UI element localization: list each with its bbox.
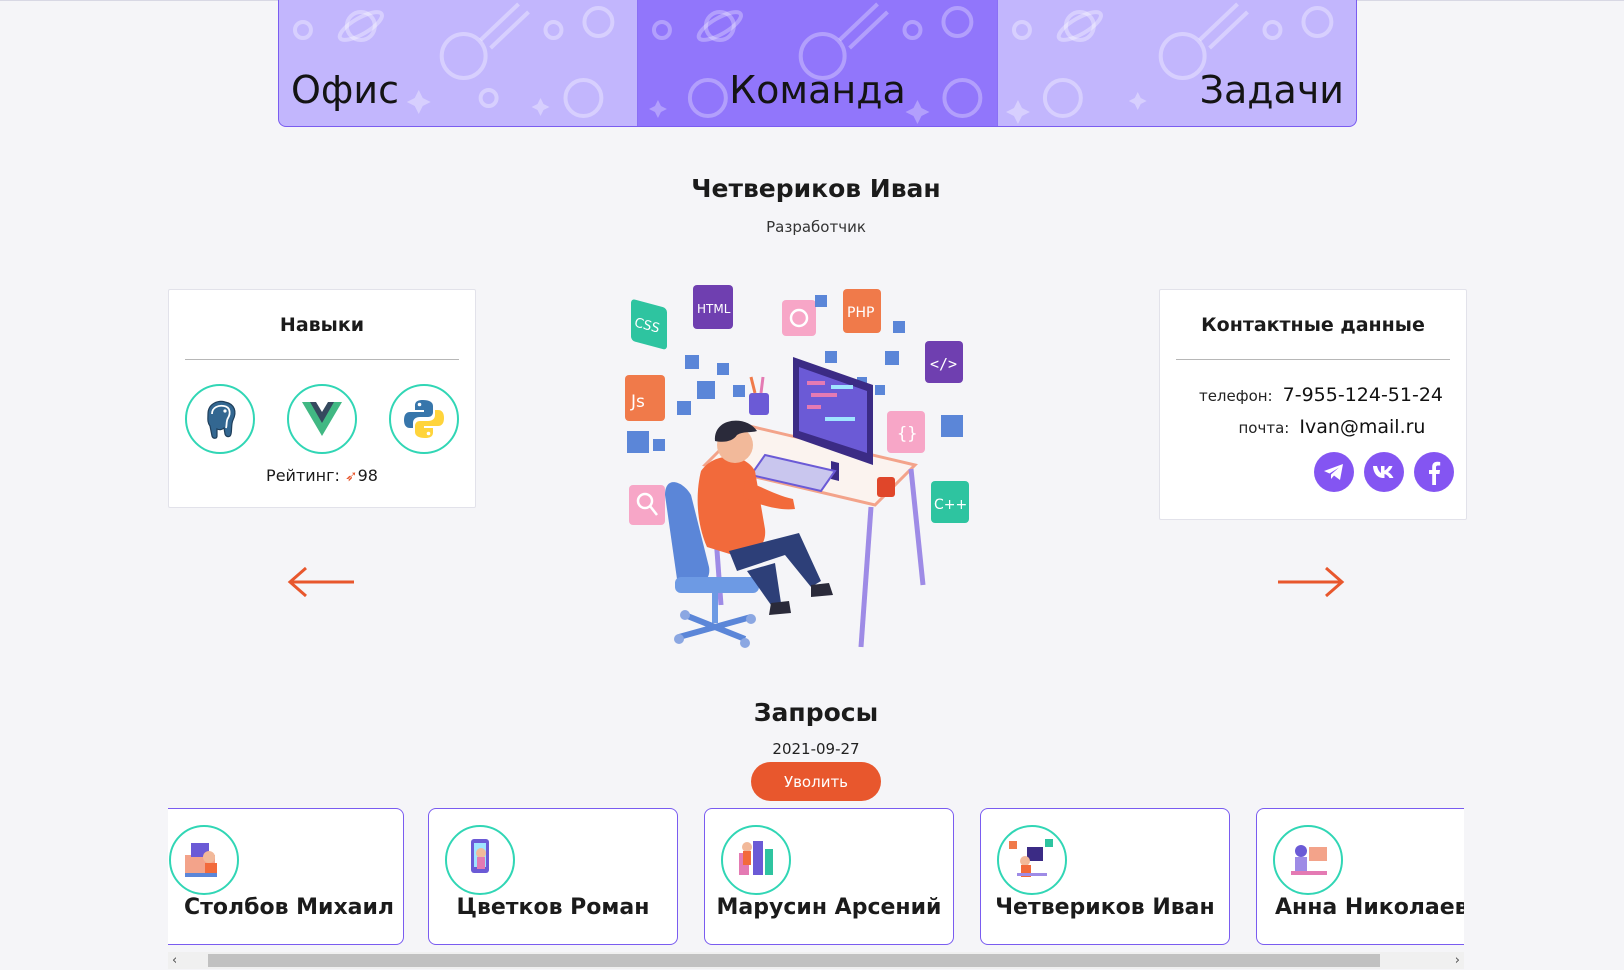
- phone-label: телефон:: [1198, 387, 1273, 405]
- rating-value: 98: [357, 466, 378, 485]
- request-date: 2021-09-27: [772, 740, 860, 758]
- employee-strip: Столбов Михаил Цветков Роман Марусин Арс…: [168, 808, 1464, 945]
- vk-icon[interactable]: [1364, 452, 1404, 492]
- avatar: [169, 825, 239, 895]
- tab-office-label: Офис: [291, 68, 399, 112]
- arrow-left-icon[interactable]: [286, 564, 356, 600]
- social-links: [1160, 452, 1466, 492]
- rating: Рейтинг: ➶98: [169, 466, 475, 485]
- skills-card: Навыки Рейтинг: ➶98: [168, 289, 476, 508]
- employee-card[interactable]: Четвериков Иван: [980, 808, 1230, 945]
- divider: [1176, 359, 1450, 360]
- svg-text:C++: C++: [934, 497, 967, 513]
- facebook-icon[interactable]: [1414, 452, 1454, 492]
- phone-row: телефон: 7-955-124-51-24: [1160, 384, 1466, 406]
- svg-text:</>: </>: [930, 355, 957, 373]
- main-tabs: Офис Команда Задачи: [278, 0, 1357, 127]
- contacts-card: Контактные данные телефон: 7-955-124-51-…: [1159, 289, 1467, 520]
- horizontal-scrollbar[interactable]: ‹ ›: [168, 952, 1464, 969]
- employee-name: Анна Николаевна: [1275, 895, 1464, 920]
- tab-team-label: Команда: [729, 68, 906, 112]
- svg-text:Js: Js: [630, 392, 645, 412]
- employee-name: Цветков Роман: [456, 895, 650, 920]
- telegram-icon[interactable]: [1314, 452, 1354, 492]
- person-name: Четвериков Иван: [691, 174, 941, 203]
- employee-card[interactable]: Марусин Арсений: [704, 808, 954, 945]
- phone-value[interactable]: 7-955-124-51-24: [1283, 384, 1443, 406]
- person-role: Разработчик: [766, 218, 866, 236]
- employee-name: Столбов Михаил: [183, 895, 395, 920]
- employee-card[interactable]: Анна Николаевна: [1256, 808, 1464, 945]
- skills-title: Навыки: [279, 314, 365, 336]
- tab-tasks-label: Задачи: [1199, 68, 1344, 112]
- tab-office[interactable]: Офис: [279, 0, 637, 126]
- developer-illustration: CSS HTML PHP </> Js {} C++: [625, 285, 969, 648]
- postgresql-icon: [185, 384, 255, 454]
- avatar: [997, 825, 1067, 895]
- skill-icons: [169, 360, 475, 454]
- email-row: почта: Ivan@mail.ru: [1160, 416, 1466, 438]
- email-value[interactable]: Ivan@mail.ru: [1299, 416, 1425, 438]
- requests-title: Запросы: [753, 698, 879, 727]
- python-icon: [389, 384, 459, 454]
- tab-tasks[interactable]: Задачи: [996, 0, 1356, 126]
- svg-text:{}: {}: [897, 424, 917, 444]
- email-label: почта:: [1238, 419, 1290, 437]
- svg-text:PHP: PHP: [847, 305, 874, 321]
- rating-label: Рейтинг:: [266, 466, 340, 485]
- fire-button[interactable]: Уволить: [751, 762, 881, 801]
- employee-name: Марусин Арсений: [716, 895, 942, 920]
- tab-team[interactable]: Команда: [637, 0, 997, 126]
- employee-name: Четвериков Иван: [995, 895, 1215, 920]
- employee-card[interactable]: Цветков Роман: [428, 808, 678, 945]
- scroll-right-icon[interactable]: ›: [1455, 952, 1460, 969]
- arrow-right-icon[interactable]: [1276, 564, 1346, 600]
- vue-icon: [287, 384, 357, 454]
- rating-icon: ➶: [345, 467, 358, 485]
- svg-text:HTML: HTML: [697, 302, 731, 316]
- scroll-left-icon[interactable]: ‹: [172, 952, 177, 969]
- scrollbar-thumb[interactable]: [208, 954, 1380, 967]
- avatar: [445, 825, 515, 895]
- avatar: [1273, 825, 1343, 895]
- employee-card[interactable]: Столбов Михаил: [168, 808, 404, 945]
- avatar: [721, 825, 791, 895]
- contacts-title: Контактные данные: [1201, 314, 1425, 336]
